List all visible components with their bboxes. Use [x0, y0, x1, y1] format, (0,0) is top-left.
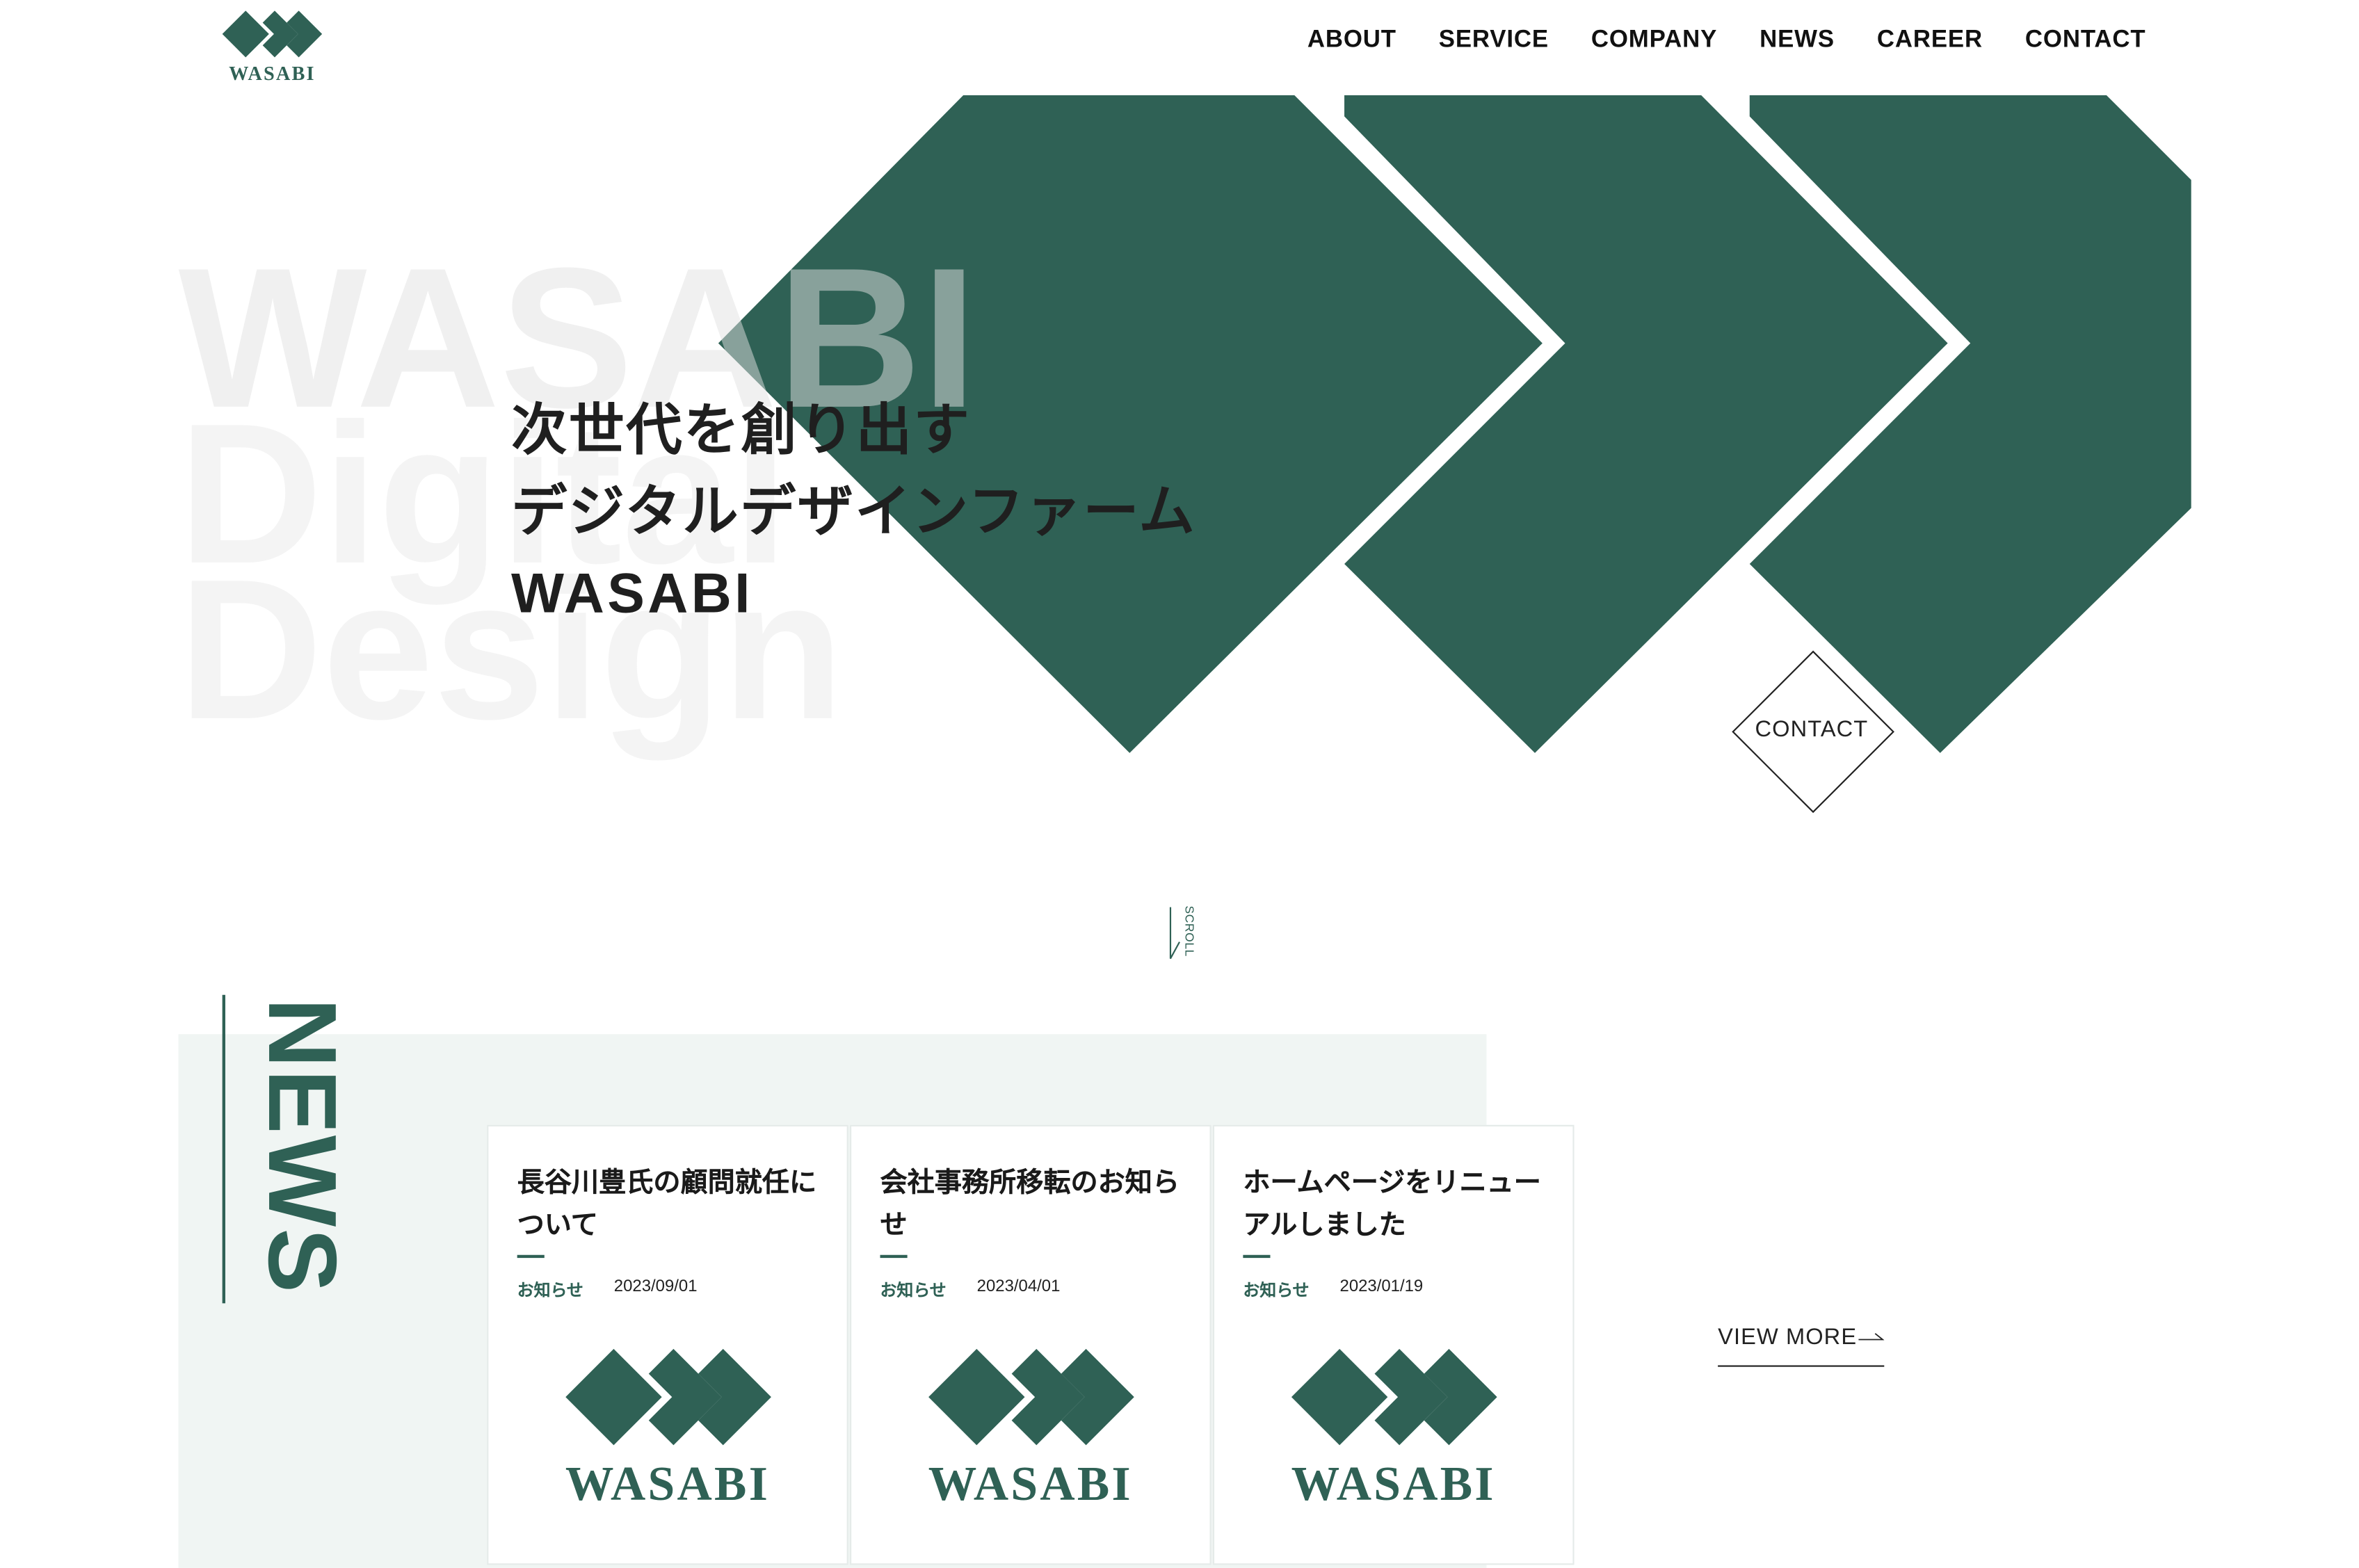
page: WASABI ABOUT SERVICE COMPANY NEWS CAREER… [0, 0, 2359, 1568]
contact-label: CONTACT [1755, 716, 1869, 743]
contact-button[interactable]: CONTACT [1732, 650, 1894, 814]
hero-headline: 次世代を創り出す デジタルデザインファーム WASABI [511, 390, 1196, 635]
headline-line: デジタルデザインファーム [510, 479, 1197, 544]
headline-line: 次世代を創り出す [510, 397, 971, 463]
headline-line: WASABI [510, 562, 753, 625]
